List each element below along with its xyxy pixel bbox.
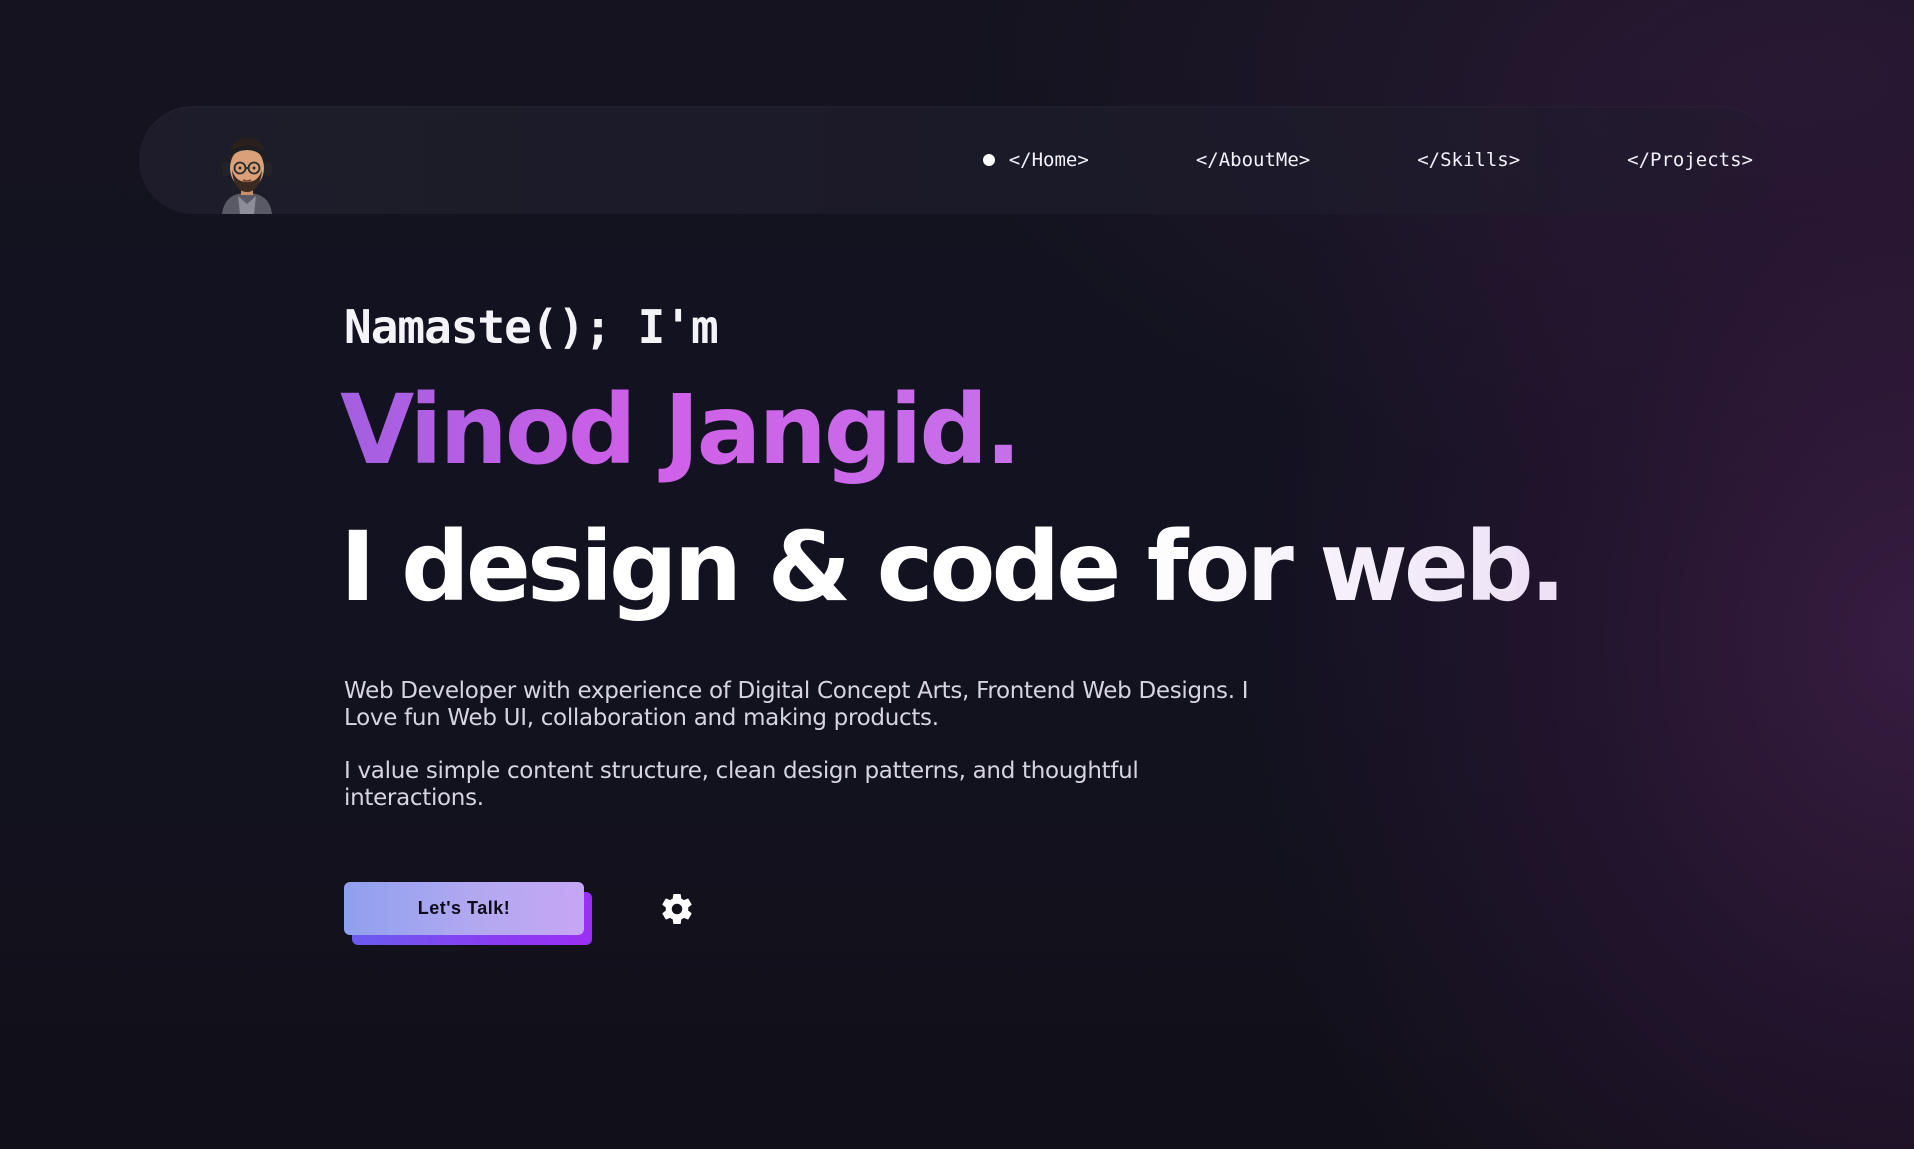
nav-links: </Home> </AboutMe> </Skills> </Projects>	[982, 106, 1753, 214]
active-indicator-dot	[982, 154, 995, 166]
nav-item-home-label: </Home>	[1008, 149, 1089, 171]
nav-item-projects[interactable]: </Projects>	[1627, 149, 1753, 171]
hero-greeting: Namaste(); I'm	[344, 300, 719, 354]
navbar: </Home> </AboutMe> </Skills> </Projects>	[139, 106, 1775, 214]
avatar-memoji-icon[interactable]	[214, 132, 280, 214]
gear-icon[interactable]	[659, 891, 695, 927]
lets-talk-button[interactable]: Let's Talk!	[344, 882, 584, 935]
hero-description-2: I value simple content structure, clean …	[344, 758, 1139, 811]
nav-item-home[interactable]: </Home>	[982, 149, 1089, 171]
nav-item-skills-label: </Skills>	[1417, 149, 1521, 171]
hero-tagline: I design & code for web.	[340, 511, 1566, 623]
nav-item-aboutme[interactable]: </AboutMe>	[1196, 149, 1310, 171]
hero-description-1: Web Developer with experience of Digital…	[344, 678, 1249, 731]
nav-item-aboutme-label: </AboutMe>	[1195, 149, 1311, 171]
nav-item-projects-label: </Projects>	[1627, 149, 1753, 171]
hero-name: Vinod Jangid.	[340, 374, 1022, 486]
lets-talk-button-wrapper: Let's Talk!	[344, 882, 592, 945]
nav-item-skills[interactable]: </Skills>	[1417, 149, 1520, 171]
